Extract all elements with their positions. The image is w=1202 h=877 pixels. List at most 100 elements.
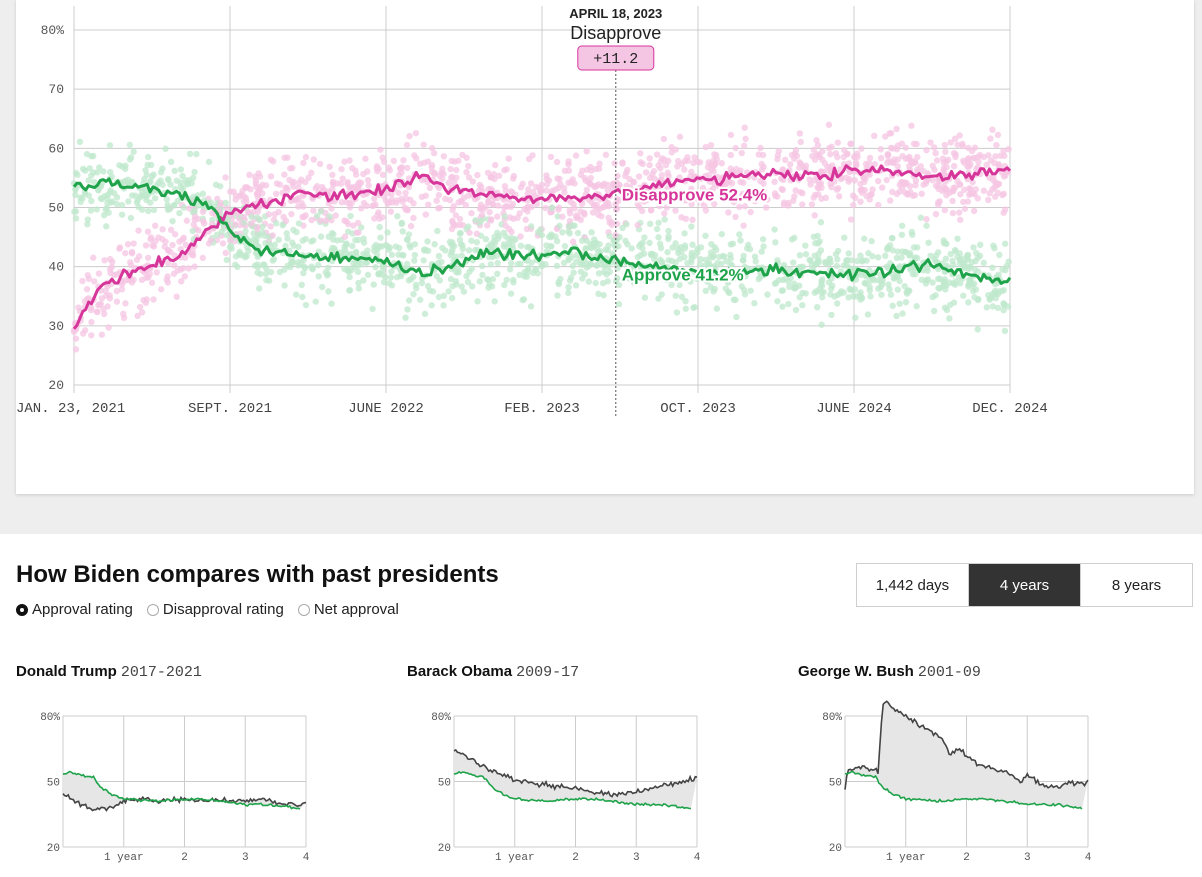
trump-years: 2017-2021	[120, 664, 202, 681]
disapprove-poll-dot	[157, 286, 165, 293]
approve-poll-dot	[965, 265, 972, 273]
approve-poll-dot	[302, 235, 309, 243]
approve-poll-dot	[581, 271, 589, 278]
approve-poll-dot	[751, 253, 759, 260]
obama-comparison-chart[interactable]: 80% 50 20 1 year 2 3 4	[407, 700, 727, 877]
radio-net-indicator[interactable]	[297, 603, 310, 616]
range-button-days[interactable]: 1,442 days	[857, 564, 969, 606]
disapprove-poll-dot	[525, 185, 532, 193]
disapprove-poll-dot	[152, 237, 159, 245]
approve-poll-dot	[759, 236, 767, 243]
disapprove-poll-dot	[128, 279, 136, 286]
radio-disapproval-rating[interactable]: Disapproval rating	[146, 601, 284, 618]
disapprove-poll-dot	[387, 208, 395, 215]
approve-poll-dot	[542, 261, 549, 268]
disapprove-poll-dot	[956, 132, 963, 139]
mini-x-tick-label: 3	[242, 852, 249, 864]
disapprove-poll-dot	[537, 188, 544, 195]
disapprove-poll-dot	[83, 286, 91, 293]
approve-poll-dot	[387, 274, 395, 281]
approve-poll-dot	[145, 207, 152, 215]
bush-comparison-chart[interactable]: 80% 50 20 1 year 2 3 4	[798, 700, 1118, 877]
disapprove-poll-dot	[465, 162, 472, 170]
disapprove-poll-dot	[436, 204, 443, 211]
disapprove-poll-dot	[782, 156, 789, 164]
approve-poll-dot	[569, 222, 577, 229]
approve-poll-dot	[923, 222, 930, 229]
disapprove-poll-dot	[950, 184, 957, 192]
disapprove-poll-dot	[933, 157, 941, 164]
approve-poll-dot	[802, 250, 810, 258]
disapprove-poll-dot	[858, 145, 865, 152]
disapprove-poll-dot	[826, 144, 833, 152]
disapprove-poll-dot	[779, 186, 786, 194]
approve-poll-dot	[315, 273, 322, 280]
approve-poll-dot	[796, 293, 803, 301]
approve-poll-dot	[991, 245, 998, 252]
disapprove-poll-dot	[191, 263, 198, 270]
approve-poll-dot	[155, 179, 162, 186]
approve-poll-dot	[103, 204, 111, 212]
disapprove-poll-dot	[293, 196, 300, 203]
disapprove-poll-dot	[941, 206, 949, 214]
approve-poll-dot	[588, 229, 595, 236]
approve-poll-dot	[689, 241, 696, 248]
disapprove-poll-dot	[523, 225, 531, 233]
mini-y-tick-label: 20	[829, 843, 842, 855]
disapprove-poll-dot	[634, 221, 641, 229]
disapprove-poll-dot	[500, 204, 508, 211]
range-button-4-years[interactable]: 4 years	[969, 564, 1081, 606]
approve-poll-dot	[718, 230, 725, 238]
approve-poll-dot	[672, 240, 679, 247]
approve-poll-dot	[923, 277, 930, 284]
disapprove-poll-dot	[825, 121, 833, 128]
approve-poll-dot	[523, 273, 531, 280]
disapprove-poll-dot	[577, 216, 585, 224]
disapprove-poll-dot	[452, 212, 460, 219]
approve-poll-dot	[681, 244, 689, 252]
disapprove-poll-dot	[797, 189, 804, 196]
disapprove-poll-dot	[725, 209, 732, 216]
disapprove-poll-dot	[98, 331, 106, 338]
disapprove-poll-dot	[136, 303, 144, 311]
disapprove-poll-dot	[148, 279, 156, 286]
obama-chart-title: Barack Obama 2009-17	[407, 663, 579, 681]
disapprove-poll-dot	[885, 157, 892, 165]
disapprove-poll-dot	[276, 181, 284, 188]
range-button-8-years[interactable]: 8 years	[1081, 564, 1192, 606]
radio-net-approval[interactable]: Net approval	[297, 601, 399, 618]
approve-poll-dot	[450, 242, 458, 250]
disapprove-poll-dot	[742, 135, 749, 143]
disapprove-poll-dot	[190, 221, 197, 228]
radio-disapproval-indicator[interactable]	[146, 603, 159, 616]
disapprove-poll-dot	[178, 278, 185, 285]
approve-poll-dot	[448, 249, 455, 256]
x-tick-label: JUNE 2024	[816, 401, 892, 417]
disapprove-poll-dot	[852, 194, 859, 202]
disapprove-poll-dot	[874, 177, 882, 185]
main-approval-chart[interactable]: 80% 70 60 50 40 30 20 JAN. 23, 2021 SEPT. 2021 JU…	[16, 0, 1194, 494]
radio-approval-indicator[interactable]	[16, 603, 28, 616]
disapprove-poll-dot	[762, 204, 770, 211]
radio-approval-rating[interactable]: Approval rating	[16, 601, 133, 618]
approve-poll-dot	[641, 234, 648, 241]
approve-poll-dot	[932, 292, 939, 299]
disapprove-poll-dot	[877, 146, 884, 153]
approve-poll-dot	[254, 214, 261, 221]
mini-y-tick-label: 20	[47, 843, 60, 855]
approve-poll-dot	[817, 247, 825, 254]
approve-poll-dot	[349, 242, 356, 250]
disapprove-poll-dot	[834, 153, 841, 161]
approve-poll-dot	[298, 281, 305, 289]
disapprove-poll-dot	[90, 254, 97, 261]
main-chart-card: 80% 70 60 50 40 30 20 JAN. 23, 2021 SEPT. 2021 JU…	[16, 0, 1194, 494]
disapprove-poll-dot	[600, 203, 608, 210]
disapprove-poll-dot	[448, 173, 456, 181]
disapprove-poll-dot	[940, 165, 947, 172]
approve-poll-dot	[720, 253, 728, 260]
disapprove-poll-dot	[346, 199, 353, 207]
approve-poll-dot	[360, 277, 367, 284]
approve-poll-dot	[269, 257, 276, 264]
approve-poll-dot	[930, 307, 938, 315]
trump-comparison-chart[interactable]: 80% 50 20 1 year 2 3 4	[16, 700, 336, 877]
